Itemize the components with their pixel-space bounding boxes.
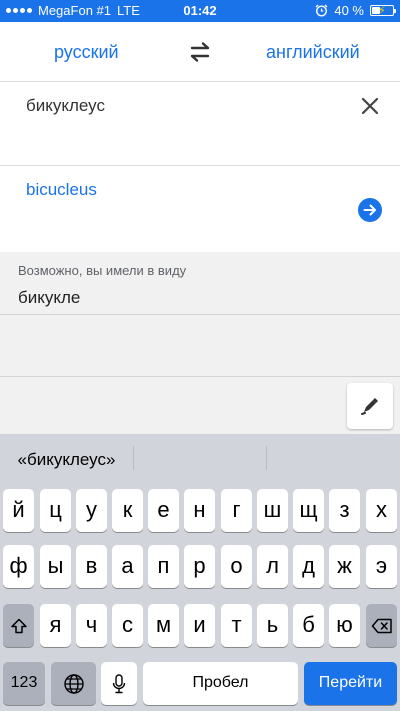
language-bar: русский английский xyxy=(0,22,400,82)
charging-bolt-icon: ⚡ xyxy=(378,5,386,17)
key-row-2: ф ы в а п р о л д ж э xyxy=(0,545,400,588)
key[interactable]: ы xyxy=(40,545,71,588)
prediction-bar: «бикуклеус» xyxy=(0,434,400,482)
source-text[interactable]: бикуклеус xyxy=(26,96,105,116)
key[interactable]: д xyxy=(293,545,324,588)
suggestion-panel: Возможно, вы имели в виду бикукле xyxy=(0,252,400,376)
key[interactable]: я xyxy=(40,604,71,647)
microphone-icon xyxy=(112,673,126,693)
key[interactable]: в xyxy=(76,545,107,588)
close-icon[interactable] xyxy=(358,94,382,118)
key[interactable]: б xyxy=(293,604,324,647)
translation-text: bicucleus xyxy=(26,180,97,199)
key[interactable]: с xyxy=(112,604,143,647)
pen-icon xyxy=(361,398,378,415)
backspace-icon xyxy=(371,618,392,633)
key[interactable]: ь xyxy=(257,604,288,647)
key[interactable]: о xyxy=(221,545,252,588)
key[interactable]: з xyxy=(329,489,360,532)
key[interactable]: щ xyxy=(293,489,324,532)
prediction-1[interactable]: «бикуклеус» xyxy=(0,434,133,482)
key[interactable]: к xyxy=(112,489,143,532)
key[interactable]: а xyxy=(112,545,143,588)
suggestion-value[interactable]: бикукле xyxy=(18,288,80,308)
key[interactable]: ч xyxy=(76,604,107,647)
key-row-1: й ц у к е н г ш щ з х xyxy=(0,489,400,532)
key[interactable]: и xyxy=(184,604,215,647)
key-row-4: 123 Пробел Перейти xyxy=(0,662,400,705)
handwriting-button[interactable] xyxy=(347,383,393,429)
source-language-button[interactable]: русский xyxy=(54,42,119,63)
source-text-area[interactable]: бикуклеус xyxy=(0,82,400,166)
key[interactable]: ф xyxy=(3,545,34,588)
key[interactable]: ш xyxy=(257,489,288,532)
key[interactable]: л xyxy=(257,545,288,588)
key[interactable]: х xyxy=(366,489,397,532)
target-language-button[interactable]: английский xyxy=(266,42,360,63)
key[interactable]: г xyxy=(221,489,252,532)
key[interactable]: н xyxy=(184,489,215,532)
battery-icon: ⚡ xyxy=(370,5,396,17)
key-row-3: я ч с м и т ь б ю xyxy=(0,604,400,647)
key[interactable]: т xyxy=(221,604,252,647)
battery-percent: 40 % xyxy=(334,3,364,18)
keyboard: «бикуклеус» й ц у к е н г ш щ з х ф ы в … xyxy=(0,434,400,711)
key[interactable]: м xyxy=(148,604,179,647)
key[interactable]: у xyxy=(76,489,107,532)
prediction-2[interactable] xyxy=(133,434,266,482)
numbers-key[interactable]: 123 xyxy=(3,662,45,705)
key[interactable]: п xyxy=(148,545,179,588)
globe-icon xyxy=(63,673,84,694)
go-key[interactable]: Перейти xyxy=(304,662,397,705)
key[interactable]: р xyxy=(184,545,215,588)
space-key[interactable]: Пробел xyxy=(143,662,298,705)
divider xyxy=(0,314,400,315)
swap-arrows-icon[interactable] xyxy=(186,38,214,66)
prediction-3[interactable] xyxy=(266,434,400,482)
globe-key[interactable] xyxy=(51,662,96,705)
alarm-clock-icon xyxy=(315,4,328,17)
arrow-right-circle-icon[interactable] xyxy=(358,198,382,222)
backspace-key[interactable] xyxy=(366,604,397,647)
translation-area: bicucleus xyxy=(0,166,400,252)
key[interactable]: ц xyxy=(40,489,71,532)
status-bar: MegaFon #1 LTE 01:42 40 % ⚡ xyxy=(0,0,400,22)
shift-key[interactable] xyxy=(3,604,34,647)
key[interactable]: ж xyxy=(329,545,360,588)
key[interactable]: й xyxy=(3,489,34,532)
suggestion-label: Возможно, вы имели в виду xyxy=(18,263,187,278)
key[interactable]: ю xyxy=(329,604,360,647)
microphone-key[interactable] xyxy=(101,662,137,705)
shift-icon xyxy=(10,618,27,633)
key[interactable]: э xyxy=(366,545,397,588)
input-toolbar xyxy=(0,376,400,434)
key[interactable]: е xyxy=(148,489,179,532)
